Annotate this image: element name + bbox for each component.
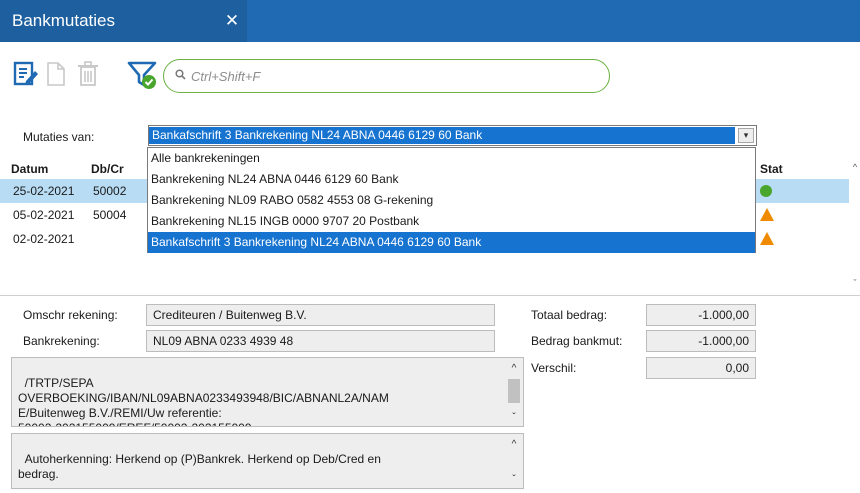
new-document-icon[interactable]: [44, 60, 70, 88]
bank-account-dropdown-list: Alle bankrekeningen Bankrekening NL24 AB…: [147, 147, 756, 253]
autoherkenning-text: Autoherkenning: Herkend op (P)Bankrek. H…: [18, 452, 381, 481]
cell-dbcr: 50004: [93, 208, 127, 222]
memo-scrollbar[interactable]: ^ ˇ: [505, 358, 523, 426]
omschr-rekening-field: Crediteuren / Buitenweg B.V.: [146, 304, 495, 326]
omschr-rekening-label: Omschr rekening:: [23, 308, 118, 322]
grid-scrollbar[interactable]: ^ ˇ: [849, 158, 860, 293]
status-ok-icon: [760, 185, 772, 197]
bank-account-select[interactable]: Bankafschrift 3 Bankrekening NL24 ABNA 0…: [148, 125, 757, 146]
bank-description-text: /TRTP/SEPA OVERBOEKING/IBAN/NL09ABNA0233…: [18, 376, 389, 426]
memo-scrollbar[interactable]: ^ ˇ: [505, 434, 523, 488]
cell-datum: 02-02-2021: [13, 232, 75, 246]
dropdown-option[interactable]: Alle bankrekeningen: [148, 148, 755, 169]
scroll-up-icon[interactable]: ^: [850, 162, 860, 172]
close-icon[interactable]: ✕: [217, 11, 247, 31]
bank-description-memo[interactable]: /TRTP/SEPA OVERBOEKING/IBAN/NL09ABNA0233…: [11, 357, 524, 427]
status-warning-icon: [760, 232, 774, 245]
tab-bankmutaties[interactable]: Bankmutaties ✕: [0, 0, 247, 42]
scroll-up-icon[interactable]: ^: [505, 437, 523, 452]
divider: [0, 295, 860, 296]
delete-icon[interactable]: [75, 60, 101, 88]
column-header-stat[interactable]: Stat: [760, 159, 783, 179]
autoherkenning-memo[interactable]: Autoherkenning: Herkend op (P)Bankrek. H…: [11, 433, 524, 489]
bankrekening-label: Bankrekening:: [23, 334, 100, 348]
column-header-datum[interactable]: Datum: [11, 159, 48, 179]
cell-datum: 05-02-2021: [13, 208, 75, 222]
bedrag-bankmut-field: -1.000,00: [646, 330, 756, 352]
edit-record-icon[interactable]: [13, 60, 39, 88]
verschil-label: Verschil:: [531, 361, 577, 375]
dropdown-option[interactable]: Bankafschrift 3 Bankrekening NL24 ABNA 0…: [148, 232, 755, 253]
search-icon: [175, 69, 186, 83]
scroll-down-icon[interactable]: ˇ: [505, 410, 523, 425]
dropdown-option[interactable]: Bankrekening NL24 ABNA 0446 6129 60 Bank: [148, 169, 755, 190]
bankrekening-field: NL09 ABNA 0233 4939 48: [146, 330, 495, 352]
column-header-dbcr[interactable]: Db/Cr: [91, 159, 124, 179]
scroll-down-icon[interactable]: ˇ: [850, 278, 860, 288]
verschil-field: 0,00: [646, 357, 756, 379]
totaal-bedrag-field: -1.000,00: [646, 304, 756, 326]
totaal-bedrag-label: Totaal bedrag:: [531, 308, 608, 322]
bedrag-bankmut-label: Bedrag bankmut:: [531, 334, 623, 348]
search-input[interactable]: [186, 67, 566, 85]
cell-dbcr: 50002: [93, 184, 127, 198]
dropdown-option[interactable]: Bankrekening NL15 INGB 0000 9707 20 Post…: [148, 211, 755, 232]
scroll-up-icon[interactable]: ^: [505, 361, 523, 376]
mutaties-van-label: Mutaties van:: [23, 130, 95, 144]
search-box[interactable]: [163, 59, 610, 93]
bank-account-selected-value: Bankafschrift 3 Bankrekening NL24 ABNA 0…: [149, 127, 735, 144]
filter-check-icon[interactable]: [127, 60, 159, 89]
scroll-thumb[interactable]: [508, 379, 520, 403]
tab-title: Bankmutaties: [12, 11, 115, 30]
dropdown-option[interactable]: Bankrekening NL09 RABO 0582 4553 08 G-re…: [148, 190, 755, 211]
cell-datum: 25-02-2021: [13, 184, 75, 198]
status-warning-icon: [760, 208, 774, 221]
chevron-down-icon[interactable]: ▾: [738, 128, 754, 143]
scroll-down-icon[interactable]: ˇ: [505, 472, 523, 487]
